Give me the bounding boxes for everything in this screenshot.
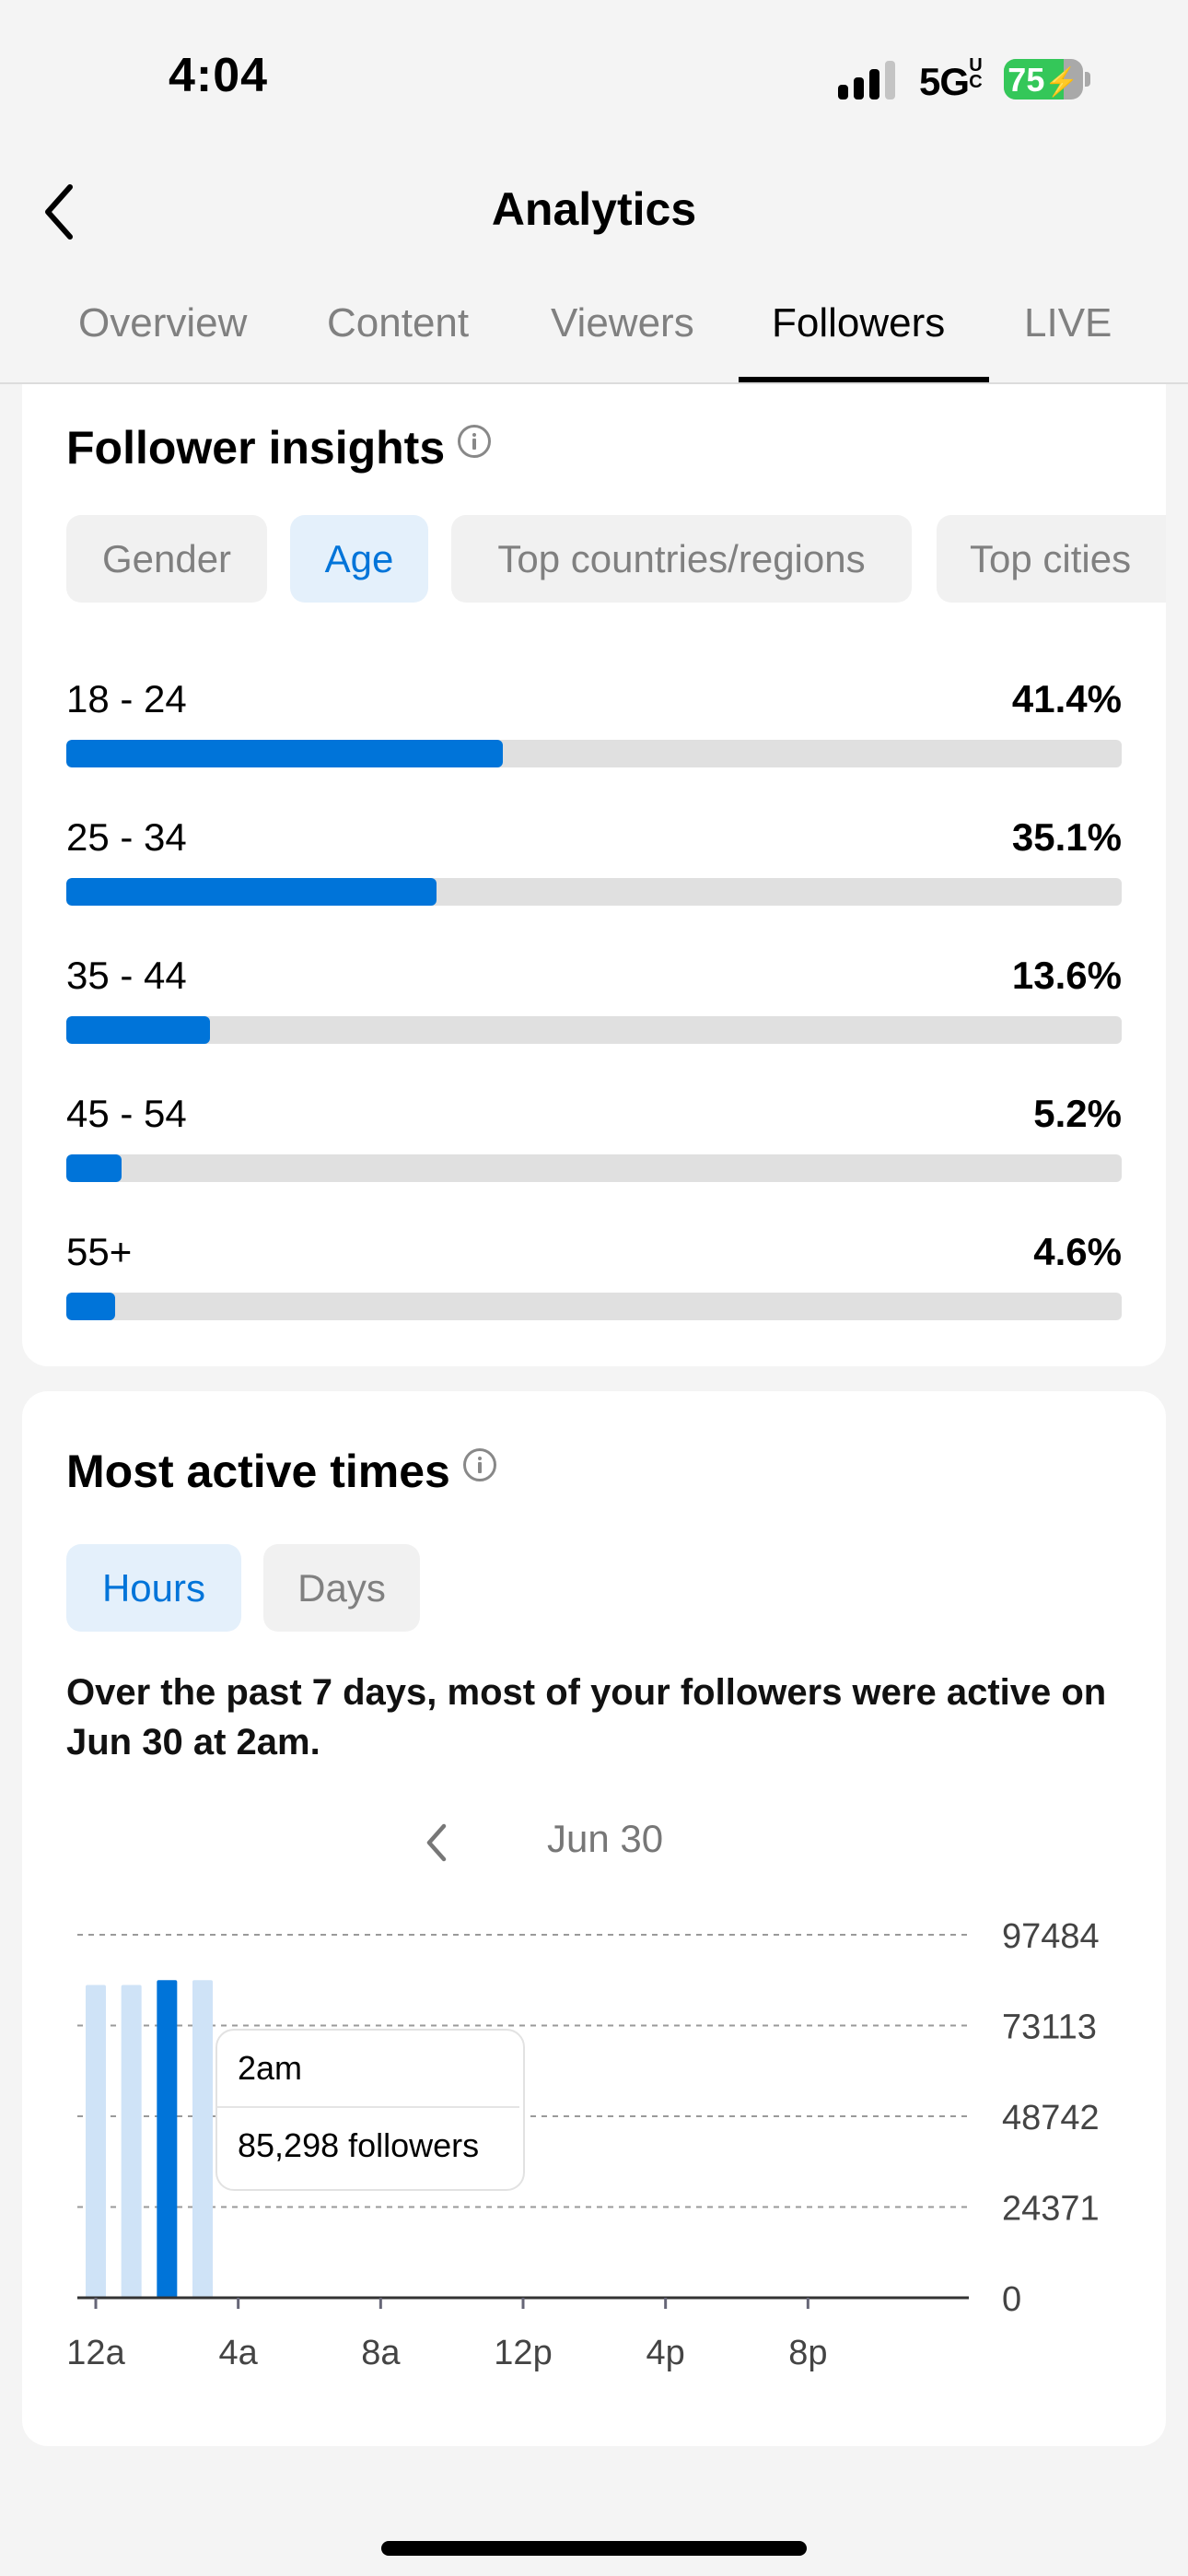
age-group-bar-fill — [66, 1016, 210, 1044]
age-group-bar-track — [66, 878, 1122, 906]
age-group-percent: 13.6% — [1011, 954, 1122, 997]
tooltip-divider — [217, 2106, 519, 2108]
y-tick-label: 97484 — [1002, 1917, 1100, 1956]
most-active-heading: Most active times — [66, 1445, 496, 1498]
network-label: 5G — [919, 60, 970, 103]
age-group-percent: 4.6% — [1033, 1230, 1122, 1273]
tab-live[interactable]: LIVE — [1024, 300, 1112, 346]
tooltip-time: 2am — [238, 2049, 303, 2087]
age-group-percent: 35.1% — [1011, 815, 1122, 859]
cellular-signal-icon — [838, 61, 897, 100]
age-group-percent: 5.2% — [1033, 1092, 1122, 1135]
age-group-bar-track — [66, 1016, 1122, 1044]
chart-bar — [157, 1980, 178, 2298]
age-group-label: 45 - 54 — [66, 1092, 187, 1135]
chart-bar — [121, 1985, 142, 2298]
previous-date-button[interactable] — [418, 1815, 455, 1870]
x-tick-label: 8a — [361, 2334, 401, 2372]
chart-bar — [192, 1980, 213, 2298]
age-group-label: 18 - 24 — [66, 677, 187, 720]
tab-viewers[interactable]: Viewers — [551, 300, 694, 346]
x-tick-label: 12p — [494, 2334, 552, 2372]
battery-percent: 75 — [1007, 61, 1045, 99]
age-group-bar-track — [66, 1293, 1122, 1320]
x-tick-label: 4a — [219, 2334, 259, 2372]
active-hours-chart: 0 24371 48742 73113 97484 12a 4a 8a 12p 4p 8p — [66, 1917, 1100, 2372]
filter-gender[interactable]: Gender — [66, 515, 267, 603]
status-time: 4:04 — [169, 49, 269, 102]
current-date: Jun 30 — [547, 1817, 664, 1860]
network-type: 5GU C — [919, 56, 983, 104]
age-group-bar-fill — [66, 1293, 115, 1320]
age-group-bar-track — [66, 740, 1122, 767]
info-icon[interactable] — [458, 425, 492, 458]
toggle-hours[interactable]: Hours — [66, 1544, 241, 1632]
filter-top-countries[interactable]: Top countries/regions — [451, 515, 912, 603]
network-suffix-bottom: C — [969, 72, 982, 92]
age-group-bar-fill — [66, 740, 504, 767]
charging-bolt-icon: ⚡ — [1044, 67, 1079, 98]
battery-level: 75⚡ — [1004, 61, 1083, 100]
most-active-times-card: Most active times Hours Days Over the pa… — [22, 1391, 1166, 2446]
tooltip-value: 85,298 followers — [238, 2126, 480, 2164]
x-tick-label: 4p — [646, 2334, 685, 2372]
x-tick-label: 8p — [788, 2334, 827, 2372]
follower-insights-title: Follower insights — [66, 422, 446, 474]
filter-age[interactable]: Age — [290, 515, 428, 603]
home-indicator[interactable] — [381, 2541, 807, 2556]
tab-followers[interactable]: Followers — [772, 300, 945, 346]
age-group-label: 35 - 44 — [66, 954, 187, 997]
network-suffix: UC — [969, 56, 982, 92]
age-group-percent: 41.4% — [1011, 677, 1122, 720]
y-tick-label: 24371 — [1002, 2190, 1100, 2229]
tab-overview[interactable]: Overview — [78, 300, 247, 346]
toggle-days[interactable]: Days — [263, 1544, 420, 1632]
chart-bar — [86, 1985, 106, 2298]
battery-tip — [1085, 72, 1090, 87]
age-group-bar-track — [66, 1154, 1122, 1182]
chevron-left-icon — [426, 1823, 447, 1862]
follower-insights-heading: Follower insights — [66, 421, 492, 474]
page-title: Analytics — [491, 183, 697, 235]
active-tab-indicator — [739, 377, 989, 382]
age-group-bar-fill — [66, 1154, 122, 1182]
filter-top-cities[interactable]: Top cities — [937, 515, 1166, 603]
info-icon[interactable] — [462, 1448, 496, 1481]
age-group-label: 55+ — [66, 1230, 133, 1273]
y-tick-label: 0 — [1002, 2280, 1021, 2319]
tab-content[interactable]: Content — [327, 300, 469, 346]
most-active-description: Over the past 7 days, most of your follo… — [66, 1672, 1107, 1762]
y-tick-label: 73113 — [1002, 2008, 1097, 2047]
battery-icon: 75⚡ — [1004, 59, 1083, 100]
follower-insights-card: Follower insights Gender Age Top countri… — [22, 384, 1166, 1366]
chart-tooltip: 2am 85,298 followers — [215, 2029, 525, 2191]
y-tick-label: 48742 — [1002, 2099, 1100, 2137]
most-active-title: Most active times — [66, 1446, 450, 1497]
age-group-bar-fill — [66, 878, 437, 906]
age-group-label: 25 - 34 — [66, 815, 187, 859]
x-tick-label: 12a — [66, 2334, 125, 2372]
tab-bar: Overview Content Viewers Followers LIVE — [0, 295, 1188, 384]
